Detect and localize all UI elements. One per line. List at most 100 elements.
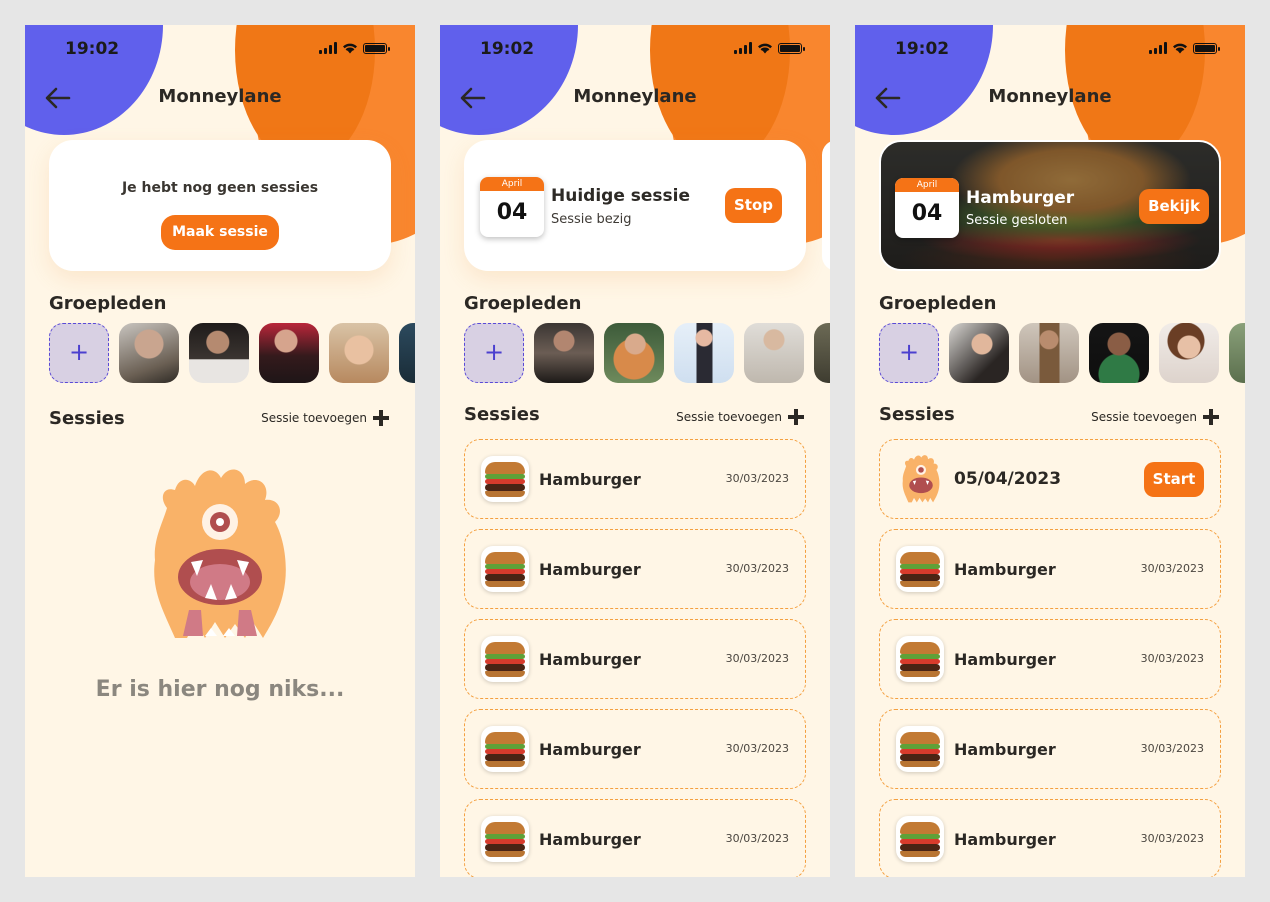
plus-icon bbox=[788, 409, 804, 425]
session-row-date: 30/03/2023 bbox=[725, 472, 789, 485]
hamburger-icon bbox=[481, 816, 529, 862]
avatar[interactable] bbox=[534, 323, 594, 383]
session-row[interactable]: Hamburger 30/03/2023 bbox=[464, 619, 806, 699]
battery-icon bbox=[1193, 42, 1220, 54]
page-title: Monneylane bbox=[573, 86, 697, 107]
monster-icon bbox=[902, 455, 940, 503]
add-session-button[interactable]: Sessie toevoegen bbox=[676, 409, 804, 425]
phone-screen-empty: 19:02 Monneylane Je hebt nog geen sessie… bbox=[25, 25, 415, 877]
next-card-peek[interactable] bbox=[822, 140, 830, 271]
empty-session-text: Je hebt nog geen sessies bbox=[121, 180, 319, 196]
current-session-card[interactable]: April 04 Huidige sessie Sessie bezig Sto… bbox=[464, 140, 806, 271]
status-time: 19:02 bbox=[895, 39, 950, 59]
session-row-date: 30/03/2023 bbox=[725, 742, 789, 755]
session-row-title: Hamburger bbox=[954, 560, 1056, 579]
page-title: Monneylane bbox=[988, 86, 1112, 107]
avatar[interactable] bbox=[259, 323, 319, 383]
session-status: Sessie bezig bbox=[551, 212, 632, 227]
calendar-day: 04 bbox=[496, 200, 528, 225]
avatar[interactable] bbox=[674, 323, 734, 383]
session-row-title: Hamburger bbox=[539, 650, 641, 669]
add-session-label: Sessie toevoegen bbox=[1091, 410, 1197, 424]
add-member-button[interactable]: + bbox=[879, 323, 939, 383]
calendar-icon: April 04 bbox=[895, 178, 959, 238]
session-row-title: Hamburger bbox=[954, 830, 1056, 849]
members-list: + bbox=[879, 323, 1245, 383]
avatar[interactable] bbox=[119, 323, 179, 383]
hamburger-icon bbox=[481, 636, 529, 682]
session-row[interactable]: Hamburger 30/03/2023 bbox=[879, 799, 1221, 877]
avatar[interactable] bbox=[949, 323, 1009, 383]
members-heading: Groepleden bbox=[879, 293, 997, 314]
session-row[interactable]: Hamburger 30/03/2023 bbox=[464, 709, 806, 789]
avatar[interactable] bbox=[329, 323, 389, 383]
session-row[interactable]: Hamburger 30/03/2023 bbox=[879, 619, 1221, 699]
session-row[interactable]: Hamburger 30/03/2023 bbox=[879, 529, 1221, 609]
stop-session-button[interactable]: Stop bbox=[725, 188, 782, 223]
session-status: Sessie gesloten bbox=[966, 213, 1068, 228]
empty-sessions-message: Er is hier nog niks... bbox=[95, 677, 345, 702]
session-row-date: 30/03/2023 bbox=[725, 562, 789, 575]
start-session-button[interactable]: Start bbox=[1144, 462, 1204, 497]
session-row[interactable]: Hamburger 30/03/2023 bbox=[879, 709, 1221, 789]
add-session-button[interactable]: Sessie toevoegen bbox=[261, 410, 389, 426]
add-member-button[interactable]: + bbox=[49, 323, 109, 383]
session-row[interactable]: Hamburger 30/03/2023 bbox=[464, 439, 806, 519]
battery-icon bbox=[363, 42, 390, 54]
members-heading: Groepleden bbox=[49, 293, 167, 314]
wifi-icon bbox=[1173, 43, 1187, 54]
status-bar: 19:02 bbox=[855, 39, 1245, 59]
members-list: + bbox=[49, 323, 415, 383]
session-row-date: 30/03/2023 bbox=[725, 832, 789, 845]
avatar[interactable] bbox=[189, 323, 249, 383]
calendar-icon: April 04 bbox=[480, 177, 544, 237]
session-row-date: 30/03/2023 bbox=[725, 652, 789, 665]
add-session-label: Sessie toevoegen bbox=[261, 411, 367, 425]
battery-icon bbox=[778, 42, 805, 54]
session-row-date: 30/03/2023 bbox=[1140, 562, 1204, 575]
session-row-title: Hamburger bbox=[539, 470, 641, 489]
avatar[interactable] bbox=[1019, 323, 1079, 383]
avatar[interactable] bbox=[814, 323, 830, 383]
hamburger-icon bbox=[481, 546, 529, 592]
sessions-heading: Sessies bbox=[49, 408, 125, 429]
avatar[interactable] bbox=[744, 323, 804, 383]
session-row-title: Hamburger bbox=[539, 830, 641, 849]
empty-session-card: Je hebt nog geen sessies Maak sessie bbox=[49, 140, 391, 271]
status-time: 19:02 bbox=[480, 39, 535, 59]
signal-icon bbox=[734, 42, 752, 54]
view-session-button[interactable]: Bekijk bbox=[1139, 189, 1209, 224]
wifi-icon bbox=[758, 43, 772, 54]
sessions-heading: Sessies bbox=[879, 404, 955, 425]
add-member-button[interactable]: + bbox=[464, 323, 524, 383]
planned-session-row[interactable]: 05/04/2023 Start bbox=[879, 439, 1221, 519]
calendar-month: April bbox=[480, 177, 544, 191]
session-row-date: 30/03/2023 bbox=[1140, 652, 1204, 665]
session-row[interactable]: Hamburger 30/03/2023 bbox=[464, 529, 806, 609]
session-row-title: Hamburger bbox=[539, 560, 641, 579]
session-row-date: 30/03/2023 bbox=[1140, 832, 1204, 845]
calendar-month: April bbox=[895, 178, 959, 192]
avatar[interactable] bbox=[1159, 323, 1219, 383]
status-time: 19:02 bbox=[65, 39, 120, 59]
monster-icon bbox=[154, 469, 286, 638]
members-list: + bbox=[464, 323, 830, 383]
planned-session-date: 05/04/2023 bbox=[954, 469, 1062, 489]
session-title: Huidige sessie bbox=[551, 186, 691, 206]
status-bar: 19:02 bbox=[25, 39, 415, 59]
session-title: Hamburger bbox=[966, 188, 1075, 208]
avatar[interactable] bbox=[604, 323, 664, 383]
add-session-button[interactable]: Sessie toevoegen bbox=[1091, 409, 1219, 425]
create-session-button[interactable]: Maak sessie bbox=[161, 215, 279, 250]
avatar[interactable] bbox=[1089, 323, 1149, 383]
avatar[interactable] bbox=[399, 323, 415, 383]
session-row[interactable]: Hamburger 30/03/2023 bbox=[464, 799, 806, 877]
session-row-title: Hamburger bbox=[954, 740, 1056, 759]
phone-screen-active-session: 19:02 Monneylane April 04 Huidige sessie… bbox=[440, 25, 830, 877]
signal-icon bbox=[319, 42, 337, 54]
avatar[interactable] bbox=[1229, 323, 1245, 383]
closed-session-card[interactable]: April 04 Hamburger Sessie gesloten Bekij… bbox=[879, 140, 1221, 271]
session-row-date: 30/03/2023 bbox=[1140, 742, 1204, 755]
wifi-icon bbox=[343, 43, 357, 54]
status-bar: 19:02 bbox=[440, 39, 830, 59]
